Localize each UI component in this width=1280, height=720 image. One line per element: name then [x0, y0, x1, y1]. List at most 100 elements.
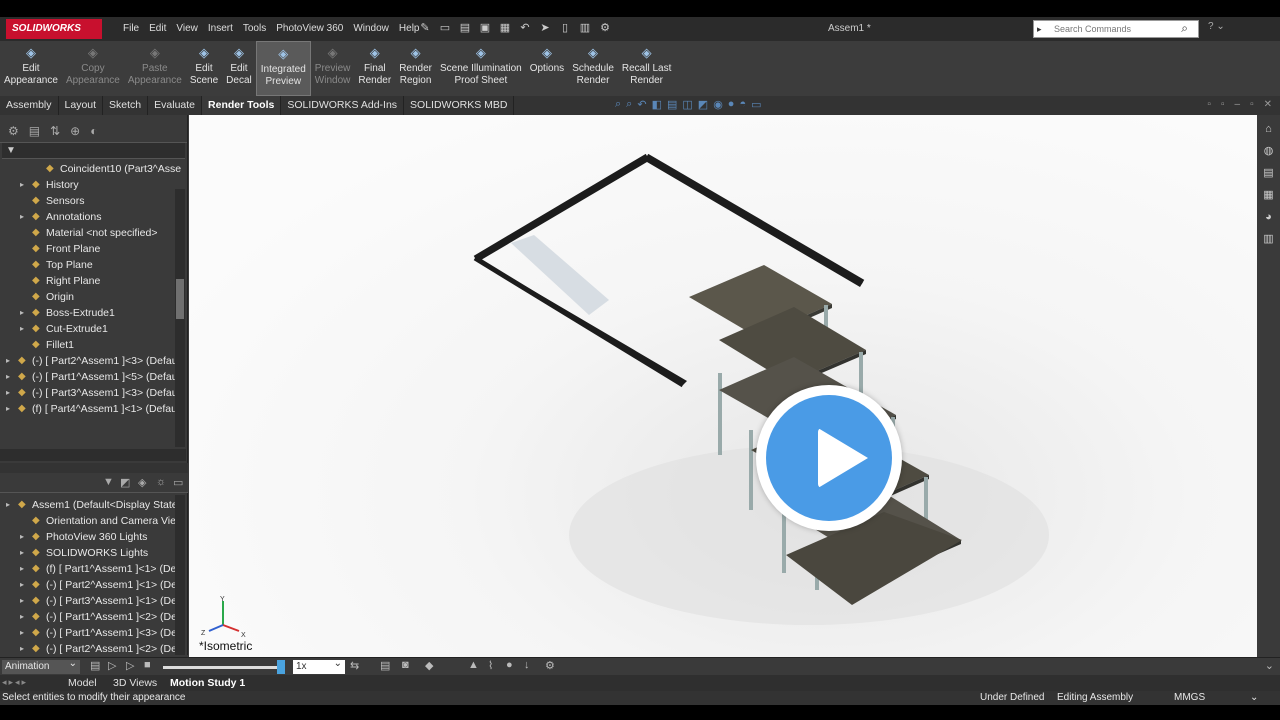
- tree-item[interactable]: ◆ Material <not specified>: [0, 225, 187, 241]
- tile-icon[interactable]: ▫: [1221, 99, 1225, 110]
- expand-arrow-icon[interactable]: ▸: [20, 593, 24, 609]
- restore-icon[interactable]: ▫: [1207, 99, 1211, 110]
- tab-sketch[interactable]: Sketch: [103, 96, 149, 115]
- feature-manager-icon[interactable]: ⚙: [8, 124, 19, 142]
- close-icon[interactable]: ✕: [1264, 99, 1272, 110]
- collapse-motion-manager-icon[interactable]: ⌄: [1265, 659, 1274, 672]
- scene-tool-icon[interactable]: ☼: [156, 476, 166, 488]
- scrollbar-thumb[interactable]: [176, 279, 184, 319]
- tab-model[interactable]: Model: [68, 675, 97, 691]
- edit-appearance-button[interactable]: ◈ Edit Appearance: [0, 41, 62, 96]
- animation-wizard-icon[interactable]: ◙: [402, 659, 409, 671]
- tree-item[interactable]: ▸ ◆ PhotoView 360 Lights: [0, 529, 176, 545]
- display-style-icon[interactable]: ◩: [698, 98, 708, 111]
- menu-item-window[interactable]: Window: [348, 17, 394, 41]
- calculate-icon[interactable]: ▤: [90, 659, 100, 672]
- expand-arrow-icon[interactable]: ▸: [20, 529, 24, 545]
- tree-item[interactable]: ▸ ◆ Annotations: [0, 209, 187, 225]
- select-icon[interactable]: ➤: [538, 21, 552, 35]
- play-button-circle[interactable]: [766, 395, 892, 521]
- gravity-icon[interactable]: ↓: [524, 659, 530, 671]
- status-info-icon[interactable]: ⌄: [1250, 691, 1258, 705]
- menu-item-tools[interactable]: Tools: [238, 17, 271, 41]
- solidworks-logo[interactable]: SOLIDWORKS: [6, 19, 102, 39]
- video-play-button[interactable]: [756, 385, 902, 531]
- property-manager-icon[interactable]: ▤: [29, 124, 40, 142]
- menu-item-file[interactable]: File: [118, 17, 144, 41]
- search-commands-field[interactable]: ▸ Search Commands ⌕: [1033, 20, 1199, 38]
- feature-tree-hscroll[interactable]: [0, 449, 186, 461]
- new-document-icon[interactable]: ▭: [438, 21, 452, 35]
- autokey-icon[interactable]: ◆: [425, 659, 433, 672]
- edit-decal-button[interactable]: ◈ Edit Decal: [222, 41, 256, 96]
- tree-item[interactable]: ◆ Origin: [0, 289, 187, 305]
- integrated-preview-button[interactable]: ◈ Integrated Preview: [255, 41, 311, 96]
- illumination-button[interactable]: ◈ Scene Illumination Proof Sheet: [436, 41, 526, 96]
- open-icon[interactable]: ▤: [458, 21, 472, 35]
- play-icon-small[interactable]: ▷: [126, 659, 134, 672]
- display-manager-icon[interactable]: ◐: [90, 124, 97, 142]
- tree-item[interactable]: ▸ ◆ (f) [ Part1^Assem1 ]<1> (De: [0, 561, 176, 577]
- tab-3d-views[interactable]: 3D Views: [113, 675, 157, 691]
- tree-item[interactable]: ◆ Front Plane: [0, 241, 187, 257]
- tree-item[interactable]: ▸ ◆ (-) [ Part2^Assem1 ]<3> (Default: [0, 353, 187, 369]
- view-settings-icon[interactable]: ▭: [751, 98, 761, 111]
- tab-render-tools[interactable]: Render Tools: [202, 96, 282, 115]
- tab-evaluate[interactable]: Evaluate: [148, 96, 203, 115]
- tree-item[interactable]: ▸ ◆ (-) [ Part1^Assem1 ]<2> (De: [0, 609, 176, 625]
- tree-item[interactable]: ◆ Coincident10 (Part3^Asse: [0, 161, 187, 177]
- contact-icon[interactable]: ●: [506, 659, 513, 671]
- tree-item[interactable]: ▸ ◆ Assem1 (Default<Display State-: [0, 497, 176, 513]
- expand-arrow-icon[interactable]: ▸: [20, 577, 24, 593]
- camera-tool-icon[interactable]: ▭: [173, 476, 183, 489]
- expand-arrow-icon[interactable]: ▸: [20, 609, 24, 625]
- expand-arrow-icon[interactable]: ▸: [20, 177, 24, 193]
- unit-system[interactable]: MMGS: [1174, 691, 1205, 705]
- menu-item-view[interactable]: View: [171, 17, 203, 41]
- custom-properties-icon[interactable]: ▥: [1261, 231, 1277, 247]
- paste-appearance-button[interactable]: ◈ Paste Appearance: [124, 41, 186, 96]
- expand-arrow-icon[interactable]: ▸: [20, 305, 24, 321]
- tree-item[interactable]: ▸ ◆ (-) [ Part2^Assem1 ]<1> (De: [0, 577, 176, 593]
- file-explorer-icon[interactable]: ▦: [1261, 187, 1277, 203]
- section-view-icon[interactable]: ◧: [652, 98, 662, 111]
- preview-window-button[interactable]: ◈ Preview Window: [311, 41, 355, 96]
- edit-scene-button[interactable]: ◈ Edit Scene: [186, 41, 222, 96]
- pin-icon[interactable]: ✎: [418, 21, 432, 35]
- tree-item[interactable]: ◆ Right Plane: [0, 273, 187, 289]
- menu-item-insert[interactable]: Insert: [203, 17, 238, 41]
- save-animation-icon[interactable]: ▤: [380, 659, 390, 672]
- expand-arrow-icon[interactable]: ▸: [20, 641, 24, 657]
- apply-scene-icon[interactable]: ◓: [739, 98, 746, 111]
- search-icon[interactable]: ⌕: [1181, 20, 1188, 36]
- playback-mode-icon[interactable]: ⇆: [350, 659, 359, 672]
- tree-item[interactable]: ▸ ◆ (-) [ Part1^Assem1 ]<5> (Default: [0, 369, 187, 385]
- play-from-start-icon[interactable]: ▷: [108, 659, 116, 672]
- options-gear-icon[interactable]: ⚙: [598, 21, 612, 35]
- rebuild-icon[interactable]: ▯: [558, 21, 572, 35]
- zoom-area-icon[interactable]: ⌕: [626, 98, 632, 111]
- render-region-button[interactable]: ◈ Render Region: [395, 41, 436, 96]
- tab-motion-study-1[interactable]: Motion Study 1: [170, 675, 245, 691]
- springs-icon[interactable]: ⌇: [488, 659, 493, 672]
- tab-scroll-arrows[interactable]: ◂▸◂▸: [2, 677, 28, 688]
- design-library-icon[interactable]: ▤: [1261, 165, 1277, 181]
- undo-icon[interactable]: ↶: [518, 21, 532, 35]
- study-properties-icon[interactable]: ⚙: [545, 659, 555, 672]
- playback-slider[interactable]: [163, 666, 283, 669]
- expand-arrow-icon[interactable]: ▸: [6, 385, 10, 401]
- resources-icon[interactable]: ◍: [1261, 143, 1277, 159]
- play-icon[interactable]: [818, 428, 868, 488]
- expand-arrow-icon[interactable]: ▸: [20, 209, 24, 225]
- expand-arrow-icon[interactable]: ▸: [20, 625, 24, 641]
- print-icon[interactable]: ▦: [498, 21, 512, 35]
- maximize-icon[interactable]: ▫: [1250, 99, 1254, 110]
- staircase-model[interactable]: [189, 115, 1257, 657]
- tree-item[interactable]: ◆ Top Plane: [0, 257, 187, 273]
- tab-assembly[interactable]: Assembly: [0, 96, 59, 115]
- options-button[interactable]: ◈ Options: [526, 41, 568, 96]
- expand-arrow-icon[interactable]: ▸: [20, 561, 24, 577]
- zoom-to-fit-icon[interactable]: ⌕: [615, 98, 621, 111]
- tab-solidworks-mbd[interactable]: SOLIDWORKS MBD: [404, 96, 515, 115]
- tab-layout[interactable]: Layout: [59, 96, 104, 115]
